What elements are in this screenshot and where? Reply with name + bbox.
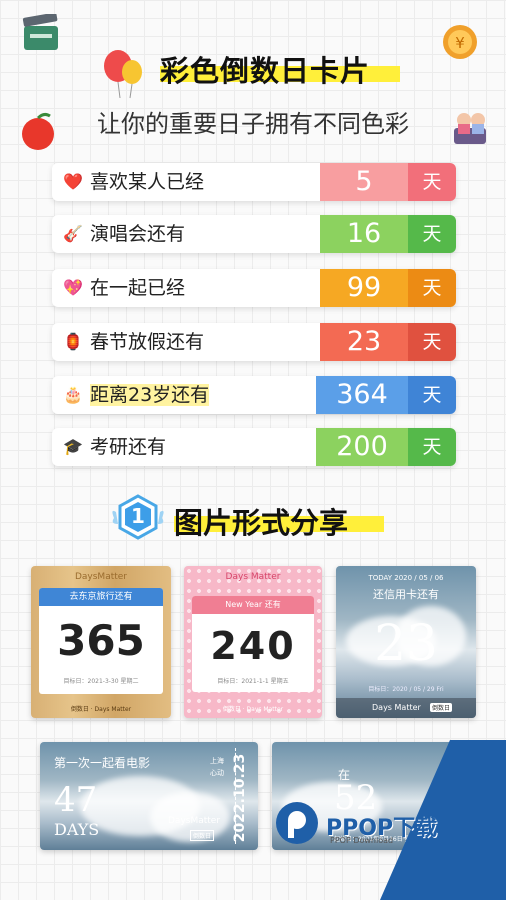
clapperboard-icon — [22, 14, 58, 50]
event-row[interactable]: 🎂 距离23岁还有 364 天 — [52, 376, 456, 414]
event-row[interactable]: 🎸 演唱会还有 16 天 — [52, 215, 456, 253]
event-label: 春节放假还有 — [90, 331, 205, 353]
card-brand: DaysMatter — [74, 572, 128, 582]
share-card-wood[interactable]: DaysMatter 去东京旅行还有 365 目标日：2021-3-30 星期二… — [31, 566, 171, 718]
balloons-icon — [104, 50, 142, 99]
card-event: 还信用卡还有 — [373, 588, 439, 601]
page-title: 彩色倒数日卡片 — [160, 54, 371, 88]
card-event: 去东京旅行还有 — [39, 588, 163, 606]
event-unit: 天 — [408, 428, 456, 466]
event-unit: 天 — [408, 376, 456, 414]
event-unit: 天 — [408, 323, 456, 361]
event-days: 16 — [320, 215, 408, 253]
event-row[interactable]: 🏮 春节放假还有 23 天 — [52, 323, 456, 361]
watermark-sub: PPOP Download — [330, 836, 394, 845]
event-days: 200 — [316, 428, 408, 466]
event-label: 喜欢某人已经 — [90, 171, 205, 193]
card-target: 目标日：2021-3-30 星期二 — [63, 678, 139, 685]
card-footer: 倒数日 · Days Matter — [222, 706, 284, 713]
share-card-sky[interactable]: TODAY 2020 / 05 / 06 还信用卡还有 23 目标日：2020 … — [336, 566, 476, 718]
event-label: 考研还有 — [90, 436, 167, 458]
card-days: 365 — [57, 616, 145, 665]
card-target: 目标日：2020 / 05 / 29 Fri — [368, 686, 444, 693]
guitar-icon: 🎸 — [63, 224, 83, 243]
card-brand: Days Matter — [225, 572, 281, 582]
card-target: 目标日：2021-1-1 星期五 — [217, 678, 289, 685]
page-subtitle: 让你的重要日子拥有不同色彩 — [97, 110, 409, 138]
event-label: 演唱会还有 — [90, 223, 186, 245]
coin-icon: ¥ — [443, 25, 477, 59]
card-tag: 倒数日 — [430, 703, 453, 712]
event-unit: 天 — [408, 163, 456, 201]
card-event: 第一次一起看电影 — [54, 756, 151, 770]
card-tag: 倒数日 — [190, 830, 215, 841]
share-card-pink[interactable]: Days Matter New Year 还有 240 目标日：2021-1-1… — [184, 566, 322, 718]
heart-icon: ❤️ — [63, 172, 83, 191]
lantern-icon: 🏮 — [63, 332, 83, 351]
event-row[interactable]: ❤️ 喜欢某人已经 5 天 — [52, 163, 456, 201]
svg-text:¥: ¥ — [455, 34, 465, 52]
graduation-cap-icon: 🎓 — [63, 437, 83, 456]
event-days: 99 — [320, 269, 408, 307]
event-days: 23 — [320, 323, 408, 361]
card-side2: 心动 — [210, 769, 224, 777]
card-date: 2022.10.23 — [232, 753, 248, 843]
badge-number: 1 — [131, 504, 145, 528]
event-label: 距离23岁还有 — [90, 384, 210, 406]
event-row[interactable]: 🎓 考研还有 200 天 — [52, 428, 456, 466]
card-days: 47 — [54, 780, 98, 820]
event-days: 364 — [316, 376, 408, 414]
event-unit: 天 — [408, 269, 456, 307]
card-brand: Days Matter — [372, 703, 421, 712]
cake-icon: 🎂 — [63, 385, 83, 404]
event-unit: 天 — [408, 215, 456, 253]
card-side1: 上海 — [210, 757, 224, 765]
card-days: 240 — [210, 624, 296, 668]
card-event: New Year 还有 — [192, 596, 314, 614]
card-unit: DAYS — [54, 820, 100, 839]
card-today: TODAY 2020 / 05 / 06 — [368, 574, 444, 582]
share-title: 图片形式分享 — [174, 506, 349, 540]
card-days: 23 — [374, 614, 438, 672]
event-days: 5 — [320, 163, 408, 201]
event-label: 在一起已经 — [90, 277, 186, 299]
share-card-movie[interactable]: 第一次一起看电影 上海 心动 47 DAYS DaysMatter 倒数日 20… — [40, 742, 258, 850]
event-row[interactable]: 💖 在一起已经 99 天 — [52, 269, 456, 307]
card-footer: 倒数日 · Days Matter — [70, 706, 132, 713]
sparkling-heart-icon: 💖 — [63, 278, 83, 297]
card-brand: DaysMatter — [168, 816, 221, 826]
ppop-logo-icon — [276, 802, 318, 844]
